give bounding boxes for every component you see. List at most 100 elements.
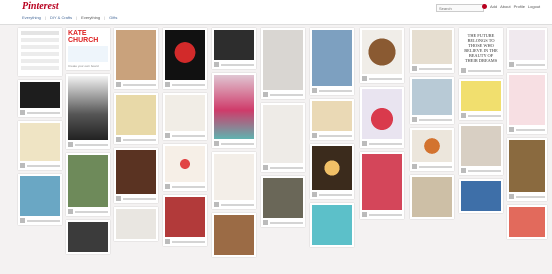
sidebar-item[interactable] [21,31,59,35]
breadcrumb-item-1[interactable]: DIY & Crafts [50,15,72,20]
sidebar-item[interactable] [21,59,59,63]
pin-card[interactable] [507,138,547,201]
avatar [362,76,367,81]
pin-image[interactable] [165,197,205,237]
pin-image[interactable] [20,82,60,108]
pin-image[interactable] [116,95,156,135]
breadcrumb-item-2[interactable]: Everything [81,15,100,20]
quote-pin[interactable]: THE FUTURE BELONGS TO THOSE WHO BELIEVE … [459,28,503,75]
pin-image[interactable] [116,30,156,80]
pin-image[interactable] [461,181,501,211]
nav-profile-link[interactable]: Profile [514,4,525,9]
pin-image[interactable] [412,130,452,162]
pin-card[interactable] [360,87,404,148]
pin-image[interactable] [165,146,205,182]
pin-card[interactable] [507,28,547,69]
pin-image[interactable] [509,207,545,237]
pin-image[interactable] [214,215,254,255]
avatar [412,66,417,71]
pin-image[interactable] [68,155,108,207]
pin-image[interactable] [312,205,352,245]
pin-image[interactable] [214,154,254,200]
pin-card[interactable] [163,144,207,191]
pin-image[interactable] [509,75,545,125]
pin-image[interactable] [312,146,352,190]
pin-image[interactable] [214,75,254,139]
pin-image[interactable] [165,30,205,80]
sidebar-item[interactable] [21,38,59,42]
pin-image[interactable] [263,105,303,163]
pin-card[interactable] [459,79,503,120]
pin-image[interactable] [214,30,254,60]
search-input[interactable] [436,4,484,12]
pin-card[interactable] [114,148,158,203]
pin-image[interactable] [461,126,501,166]
pin-image[interactable] [362,30,402,74]
pin-card[interactable] [163,93,207,140]
pin-image[interactable] [362,89,402,139]
pin-card[interactable] [410,175,454,219]
pin-image[interactable] [509,140,545,192]
pin-card[interactable] [163,195,207,246]
pin-image[interactable] [312,101,352,131]
pin-card[interactable] [410,128,454,171]
pin-card[interactable] [310,99,354,140]
pin-card[interactable] [66,74,110,149]
pin-image[interactable] [68,222,108,252]
pin-card[interactable] [507,73,547,134]
pin-card[interactable] [66,220,110,254]
pin-card[interactable] [410,77,454,124]
pin-card[interactable] [360,152,404,219]
pin-card[interactable] [114,93,158,144]
pin-card[interactable] [212,73,256,148]
pin-card[interactable] [18,80,62,117]
pin-image[interactable] [20,123,60,161]
nav-add-link[interactable]: Add [490,4,497,9]
sidebar-item[interactable] [21,52,59,56]
pin-image[interactable] [20,176,60,216]
pin-card[interactable] [212,28,256,69]
pin-card[interactable] [459,179,503,213]
pin-image[interactable] [263,30,303,90]
pin-card[interactable] [507,205,547,239]
pin-card[interactable] [360,28,404,83]
pin-image[interactable] [412,177,452,217]
pin-card[interactable] [261,103,305,172]
sidebar-item[interactable] [21,45,59,49]
pin-card[interactable] [18,121,62,170]
pin-image[interactable] [116,150,156,194]
pin-image[interactable] [362,154,402,210]
promo-pin[interactable]: KATE CHURCH Create your own board [66,28,110,70]
profile-avatar-icon[interactable] [482,4,487,9]
pin-image[interactable] [263,178,303,218]
pin-image[interactable] [412,30,452,64]
breadcrumb-item-3[interactable]: Gifts [109,15,117,20]
pin-caption [270,93,303,96]
pin-card[interactable] [163,28,207,89]
breadcrumb-item-0[interactable]: Everything [22,15,41,20]
pin-image[interactable] [509,30,545,60]
pin-card[interactable] [114,28,158,89]
pin-card[interactable] [212,213,256,257]
pin-image[interactable] [165,95,205,131]
nav-logout-link[interactable]: Logout [528,4,540,9]
pinterest-logo[interactable]: Pinterest [22,1,59,12]
pin-card[interactable] [310,144,354,199]
sidebar-item[interactable] [21,66,59,70]
pin-card[interactable] [261,28,305,99]
pin-card[interactable] [310,203,354,247]
pin-image[interactable] [312,30,352,86]
pin-card[interactable] [310,28,354,95]
pin-card[interactable] [459,124,503,175]
pin-card[interactable] [18,174,62,225]
pin-card[interactable] [66,153,110,216]
pin-card[interactable] [410,28,454,73]
pin-card[interactable] [114,207,158,241]
pin-image[interactable] [68,76,108,140]
pin-image[interactable] [412,79,452,115]
pin-card[interactable] [261,176,305,227]
pin-image[interactable] [461,81,501,111]
pin-card[interactable] [212,152,256,209]
nav-about-link[interactable]: About [500,4,510,9]
pin-image[interactable] [116,209,156,239]
